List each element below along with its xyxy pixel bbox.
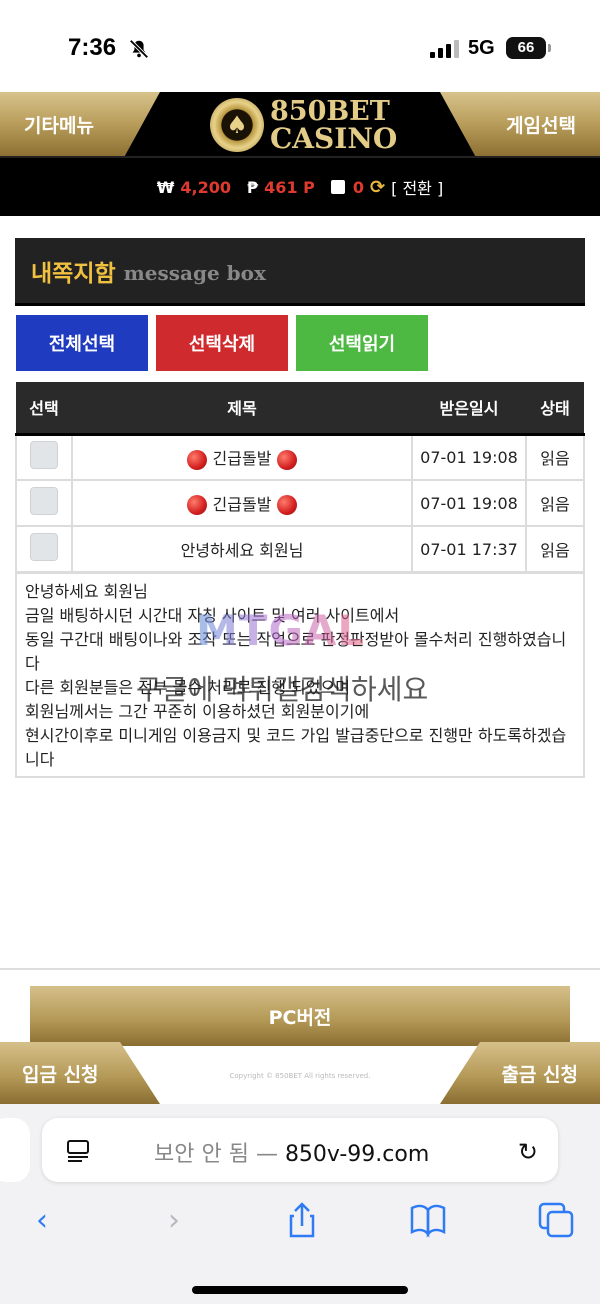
row-title-cell[interactable]: 긴급돌발 [71, 479, 413, 527]
page-title: 내쪽지함 [31, 260, 116, 287]
copyright-text: Copyright © 850BET All rights reserved. [229, 1072, 371, 1080]
row-select-cell [15, 525, 73, 573]
row-status: 읽음 [525, 479, 585, 527]
red-circle-icon [276, 495, 297, 516]
message-line: 현시간이후로 미니게임 이용금지 및 코드 가입 발급중단으로 진행만 하도록하… [25, 726, 567, 769]
balance-bar: ₩ 4,200 ₱ 461 P 0 ⟳ [ 전환 ] [0, 156, 600, 216]
table-row[interactable]: 긴급돌발 07-01 19:08 읽음 [15, 433, 585, 481]
divider [0, 968, 600, 970]
battery-icon: 66 [506, 37, 551, 59]
won-icon: ₩ [156, 177, 175, 197]
row-checkbox[interactable] [30, 487, 58, 515]
chip-icon [330, 180, 345, 194]
etc-menu-button[interactable]: 기타메뉴 [0, 92, 160, 156]
forward-icon[interactable]: › [154, 1200, 194, 1240]
deposit-request-button[interactable]: 입금 신청 [0, 1042, 160, 1104]
status-bar: 7:36 5G 66 [0, 0, 600, 92]
table-header-row: 선택 제목 받은일시 상태 [16, 382, 584, 436]
row-checkbox[interactable] [30, 441, 58, 470]
share-icon[interactable] [282, 1200, 322, 1240]
row-status: 읽음 [525, 525, 585, 573]
refresh-icon[interactable]: ⟳ [370, 177, 385, 198]
table-row[interactable]: 안녕하세요 회원님 07-01 17:37 읽음 [15, 525, 585, 573]
row-title[interactable]: 긴급돌발 [213, 449, 272, 468]
action-buttons: 전체선택 선택삭제 선택읽기 [15, 315, 445, 371]
home-indicator [192, 1286, 408, 1294]
row-select-cell [15, 479, 73, 527]
row-date: 07-01 19:08 [411, 479, 527, 527]
row-title[interactable]: 긴급돌발 [213, 495, 272, 514]
pc-version-button[interactable]: PC버전 [30, 986, 570, 1046]
address-bar[interactable]: 보안 안 됨 — 850v-99.com ↻ [42, 1118, 558, 1182]
point-icon: ₱ [247, 177, 259, 197]
signal-icon [430, 40, 459, 58]
network-type: 5G [468, 37, 495, 59]
table-row[interactable]: 긴급돌발 07-01 19:08 읽음 [15, 479, 585, 527]
insecure-label: 보안 안 됨 — [154, 1142, 285, 1167]
won-balance: 4,200 [180, 177, 232, 197]
read-selected-button[interactable]: 선택읽기 [296, 315, 428, 371]
row-date: 07-01 19:08 [411, 433, 527, 481]
convert-button[interactable]: [ 전환 ] [391, 175, 443, 199]
red-circle-icon [187, 449, 208, 470]
red-circle-icon [276, 449, 297, 470]
game-select-button[interactable]: 게임선택 [440, 92, 600, 156]
spade-coin-icon: ♠ [210, 98, 264, 152]
message-line: 안녕하세요 회원님 [25, 582, 148, 601]
bookmarks-icon[interactable] [408, 1200, 448, 1240]
previous-tab-peek[interactable] [0, 1118, 30, 1182]
col-status: 상태 [526, 382, 584, 436]
row-title[interactable]: 안녕하세요 회원님 [181, 541, 304, 560]
bottom-bar: 입금 신청 Copyright © 850BET All rights rese… [0, 1042, 600, 1104]
logo-text-casino: CASINO [270, 122, 398, 155]
col-title: 제목 [72, 382, 412, 436]
chip-balance: 0 [352, 177, 365, 197]
bell-muted-icon [129, 39, 149, 59]
row-select-cell [15, 433, 73, 481]
status-time: 7:36 [68, 34, 117, 61]
message-box-title: 내쪽지함 message box [15, 238, 585, 306]
row-date: 07-01 17:37 [411, 525, 527, 573]
page-subtitle: message box [123, 260, 266, 285]
url-text: 850v-99.com [284, 1142, 430, 1167]
site-header: 기타메뉴 ♠ 850BET CASINO 게임선택 [0, 92, 600, 156]
url-display[interactable]: 보안 안 됨 — 850v-99.com [154, 1136, 429, 1168]
row-title-cell[interactable]: 긴급돌발 [71, 433, 413, 481]
row-checkbox[interactable] [30, 533, 58, 561]
watermark-text: 구글에 먹튀갤검색하세요 [136, 673, 429, 706]
reload-icon[interactable]: ↻ [518, 1138, 538, 1166]
message-table: 선택 제목 받은일시 상태 긴급돌발 07-01 19:08 읽음 긴급돌발 0… [15, 382, 585, 573]
col-date: 받은일시 [412, 382, 526, 436]
row-title-cell[interactable]: 안녕하세요 회원님 [71, 525, 413, 573]
point-balance: 461 P [264, 177, 315, 197]
watermark-logo: MTGAL [196, 606, 426, 660]
site-logo[interactable]: ♠ 850BET CASINO [210, 96, 397, 155]
row-status: 읽음 [525, 433, 585, 481]
browser-toolbar: 보안 안 됨 — 850v-99.com ↻ ‹ › [0, 1104, 600, 1304]
tabs-icon[interactable] [536, 1200, 576, 1240]
withdraw-request-button[interactable]: 출금 신청 [440, 1042, 600, 1104]
reader-icon[interactable] [66, 1140, 90, 1162]
select-all-button[interactable]: 전체선택 [16, 315, 148, 371]
back-icon[interactable]: ‹ [22, 1200, 62, 1240]
col-select: 선택 [16, 382, 72, 436]
red-circle-icon [187, 495, 208, 516]
delete-selected-button[interactable]: 선택삭제 [156, 315, 288, 371]
